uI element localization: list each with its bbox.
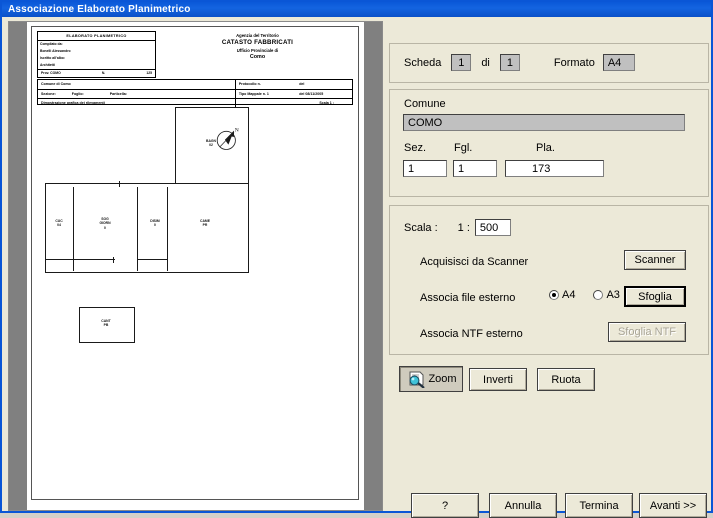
mappale-row: Tipo Mappale n. 1 del 08/11/2005 (236, 90, 352, 99)
termina-button[interactable]: Termina (565, 493, 633, 518)
room-label-cucina: CUC 04 (55, 219, 63, 228)
scheda-label: Scheda (404, 56, 442, 69)
table-row: Sezione: Foglio: Particella: Tipo Mappal… (38, 89, 352, 100)
fgl-label: Fgl. (454, 142, 473, 154)
document-info-table: Comune di Como Protocollo n. del Sezione… (37, 79, 353, 108)
title-bar: Associazione Elaborato Planimetrico (2, 2, 711, 17)
comune-field: COMO (403, 114, 685, 131)
zoom-magnifier-icon (407, 371, 427, 389)
table-row: Comune di Como Protocollo n. del (38, 80, 352, 90)
fgl-input[interactable]: 1 (453, 160, 497, 177)
annulla-button[interactable]: Annulla (489, 493, 557, 518)
partition-horizontal-2 (137, 259, 167, 260)
control-panel: Scheda 1 di 1 Formato A4 Comune COMO Sez… (389, 21, 709, 518)
sezione-cell: Sezione: Foglio: Particella: (38, 89, 236, 99)
application-window: Associazione Elaborato Planimetrico ELAB… (0, 0, 713, 518)
compiled-by-label: Compilato da: (40, 42, 63, 47)
help-button[interactable]: ? (411, 493, 479, 518)
compass-north-label: N (235, 127, 239, 133)
sfoglia-ntf-button: Sfoglia NTF (608, 322, 686, 342)
room-label-soggiorno: SOG GIORN 0 (99, 217, 111, 230)
comune-label: Comune (404, 98, 446, 110)
number-label: N. (101, 71, 106, 76)
sez-input[interactable]: 1 (403, 160, 447, 177)
radio-a4[interactable]: A4 (549, 289, 575, 301)
viewer-right-gutter (364, 22, 382, 510)
radio-a3-label: A3 (606, 289, 620, 301)
viewer-left-gutter (9, 22, 27, 510)
room-label-camera: CAME PR (200, 219, 210, 228)
province-label: Prov. COMO (41, 71, 61, 76)
comune-cell: Comune di Como (38, 80, 236, 89)
formato-label: Formato (553, 56, 595, 69)
pla-input[interactable]: 173 (505, 160, 604, 177)
ruota-button[interactable]: Ruota (537, 368, 595, 391)
window-title: Associazione Elaborato Planimetrico (8, 4, 191, 15)
agency-line-4: Como (249, 54, 266, 61)
acquisisci-scanner-label: Acquisisci da Scanner (420, 256, 529, 268)
door-opening-mark-2 (113, 257, 114, 263)
scala-label: Scala 1 : (319, 101, 334, 106)
registered-value: Architetti (40, 63, 55, 68)
scheda-group: Scheda 1 di 1 Formato A4 (389, 43, 709, 83)
sez-label: Sez. (404, 142, 427, 154)
registered-label: Iscritto all'albo: (40, 56, 65, 61)
floor-plan-drawing[interactable]: BAGN 02 CUC 04 SOG GIORN 0 DISIM 0 CAME … (37, 107, 353, 495)
inverti-button[interactable]: Inverti (469, 368, 527, 391)
radio-a4-label: A4 (562, 289, 576, 301)
document-viewer[interactable]: ELABORATO PLANIMETRICO Compilato da: Bon… (8, 21, 383, 511)
formato-field: A4 (602, 54, 635, 71)
tipo-mappale-label: Tipo Mappale n. 1 (238, 91, 269, 96)
room-label-cantina: CANT PB (101, 319, 111, 328)
scheda-total-field: 1 (499, 54, 520, 71)
partition-vertical-3 (167, 187, 168, 271)
scala-label: Scala : (404, 221, 438, 234)
agency-line-2: CATASTO FABBRICATI (221, 39, 294, 47)
north-arrow-icon: N (216, 127, 239, 150)
scala-group: Scala : 1 : 500 Acquisisci da Scanner Sc… (389, 205, 709, 355)
particella-label: Particella: (109, 91, 127, 96)
scheda-di-label: di (481, 56, 490, 69)
compiled-by-value: Bonelli Alessandro (40, 49, 71, 54)
protocollo-row: Protocollo n. del (236, 80, 352, 89)
radio-a4-dot (549, 290, 559, 300)
associa-ntf-label: Associa NTF esterno (420, 328, 523, 340)
window-client-area: ELABORATO PLANIMETRICO Compilato da: Bon… (4, 19, 709, 518)
sfoglia-button[interactable]: Sfoglia (624, 286, 686, 307)
radio-a3[interactable]: A3 (593, 289, 620, 301)
protocollo-del: del (299, 82, 305, 87)
zoom-button[interactable]: Zoom (399, 366, 463, 392)
planimetry-page[interactable]: ELABORATO PLANIMETRICO Compilato da: Bon… (31, 26, 359, 500)
comune-group: Comune COMO Sez. Fgl. Pla. 1 1 173 (389, 89, 709, 197)
avanti-button[interactable]: Avanti >> (639, 493, 707, 518)
title-block-heading: ELABORATO PLANIMETRICO (38, 32, 155, 42)
title-block: ELABORATO PLANIMETRICO Compilato da: Bon… (37, 31, 156, 78)
scala-prefix: 1 : (457, 221, 470, 234)
number-value: 125 (146, 71, 152, 76)
foglio-label: Foglio: (71, 91, 84, 96)
door-opening-mark-1 (119, 181, 120, 187)
scanner-button[interactable]: Scanner (624, 250, 686, 270)
agency-header: Agenzia del Territorio CATASTO FABBRICAT… (165, 33, 350, 62)
radio-a3-dot (593, 290, 604, 300)
protocollo-label: Protocollo n. (238, 82, 261, 87)
document-header: ELABORATO PLANIMETRICO Compilato da: Bon… (37, 31, 353, 79)
associa-file-label: Associa file esterno (420, 292, 516, 304)
zoom-button-label: Zoom (428, 373, 457, 385)
partition-horizontal-1 (45, 259, 115, 260)
pla-label: Pla. (536, 142, 555, 154)
title-block-footer: Prov. COMO N. 125 (38, 69, 155, 77)
sezione-label: Sezione: (41, 91, 56, 96)
scheda-current-field: 1 (451, 54, 472, 71)
scala-input[interactable]: 500 (474, 219, 511, 236)
tipo-mappale-del: del 08/11/2005 (299, 91, 324, 96)
room-label-disimpegno: DISIM 0 (150, 219, 160, 228)
